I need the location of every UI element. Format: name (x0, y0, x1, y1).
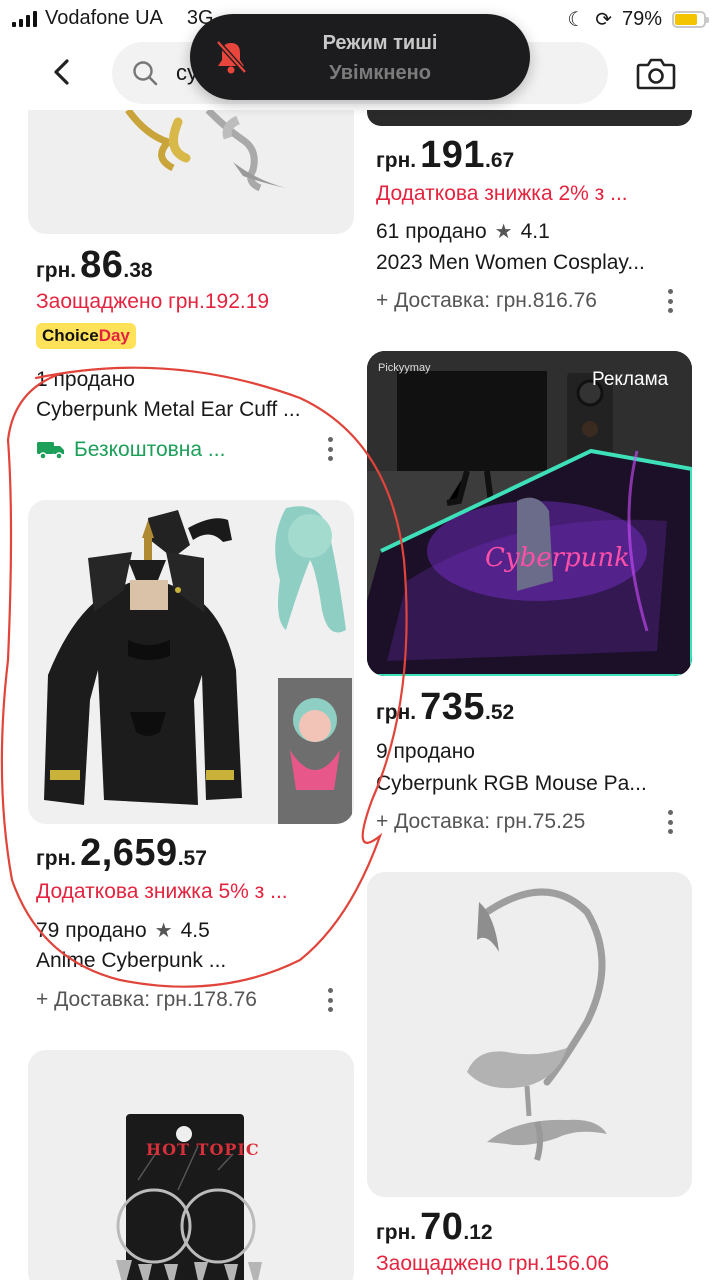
price-decimal: .57 (177, 847, 207, 870)
badge-choice-text: Choice (42, 326, 99, 345)
sold-count: 61 продано (376, 219, 487, 243)
silent-mode-notification: Режим тиші Увімкнено (190, 14, 530, 100)
price-currency: грн. (376, 149, 417, 172)
product-image[interactable] (367, 110, 692, 126)
discount-text: Додаткова знижка 5% з ... (36, 880, 288, 903)
sold-rating-row: 79 продано ★ 4.5 (36, 918, 210, 943)
price-integer: 191 (420, 134, 485, 176)
sold-rating-row: 61 продано ★ 4.1 (376, 219, 550, 244)
price-decimal: .12 (463, 1221, 493, 1244)
savings-text: Заощаджено грн.192.19 (36, 290, 270, 313)
more-options-button[interactable] (660, 286, 680, 316)
search-icon (133, 61, 158, 86)
badge-day-text: Day (98, 326, 130, 345)
ear-cuff-image (125, 110, 286, 192)
discount-text: Додаткова знижка 2% з ... (376, 182, 628, 205)
price-decimal: .38 (123, 259, 153, 282)
more-options-button[interactable] (320, 434, 340, 464)
free-shipping: Безкоштовна ... (36, 438, 225, 462)
choice-day-badge: ChoiceDay (36, 323, 136, 349)
ad-label: Реклама (592, 369, 669, 390)
product-image[interactable] (28, 1050, 354, 1280)
product-image[interactable] (28, 500, 354, 824)
sold-count: 79 продано (36, 918, 147, 942)
sold-count: 1 продано (36, 368, 135, 391)
battery-icon (672, 11, 709, 28)
silver-ear-hook-image (367, 872, 692, 1197)
savings-text: Заощаджено грн.156.06 (376, 1252, 610, 1275)
price-integer: 86 (80, 244, 124, 286)
price-integer: 2,659 (80, 832, 178, 874)
moon-icon: ☾ (567, 9, 586, 31)
price-currency: грн. (376, 1221, 417, 1244)
star-icon: ★ (494, 221, 513, 243)
more-options-button[interactable] (660, 807, 680, 837)
rating-value: 4.5 (180, 918, 210, 942)
shipping-text: + Доставка: грн.75.25 (376, 810, 586, 833)
sold-count: 9 продано (376, 740, 475, 763)
battery-percent: 79% (621, 8, 662, 30)
svg-text:Cyberpunk: Cyberpunk (485, 543, 630, 573)
silent-mode-title: Режим тиші (322, 32, 438, 54)
silent-mode-status: Увімкнено (329, 62, 431, 84)
product-title: Cyberpunk Metal Ear Cuff ... (36, 398, 301, 421)
price-currency: грн. (36, 259, 77, 282)
price-integer: 70 (420, 1206, 464, 1248)
chevron-left-icon (54, 59, 69, 85)
more-options-button[interactable] (320, 985, 340, 1015)
jacket-costume-image (28, 500, 354, 824)
price-currency: грн. (36, 847, 77, 870)
screen: Vodafone UA 3G ☾ ⟳ 79% cy Режим тиші Уві… (0, 0, 720, 1280)
truck-icon (37, 442, 64, 460)
product-image[interactable] (367, 872, 692, 1197)
carrier-name: Vodafone UA (45, 7, 163, 29)
product-image[interactable]: Cyberpunk (367, 351, 692, 676)
camera-search-icon[interactable] (636, 56, 676, 90)
price-decimal: .52 (485, 701, 515, 724)
shipping-text: + Доставка: грн.178.76 (36, 988, 257, 1011)
price-currency: грн. (376, 701, 417, 724)
rgb-mouse-pad-image: Cyberpunk (367, 351, 692, 676)
rotation-lock-icon: ⟳ (595, 9, 612, 31)
star-icon: ★ (154, 920, 173, 942)
signal-icon (12, 10, 37, 27)
shipping-text: + Доставка: грн.816.76 (376, 289, 597, 312)
price-integer: 735 (420, 686, 485, 728)
product-title: Cyberpunk RGB Mouse Pa... (376, 772, 647, 795)
earrings-image (28, 1050, 354, 1280)
price-decimal: .67 (485, 149, 515, 172)
rating-value: 4.1 (520, 219, 550, 243)
product-title: Anime Cyberpunk ... (36, 949, 227, 972)
hot-topic-logo: HOT TOPIC (146, 1140, 260, 1159)
product-image[interactable] (28, 110, 354, 234)
product-title: 2023 Men Women Cosplay... (376, 251, 645, 274)
brand-tag: Pickyymay (378, 362, 431, 374)
back-button[interactable] (44, 54, 80, 90)
shipping-text: Безкоштовна ... (74, 438, 226, 461)
